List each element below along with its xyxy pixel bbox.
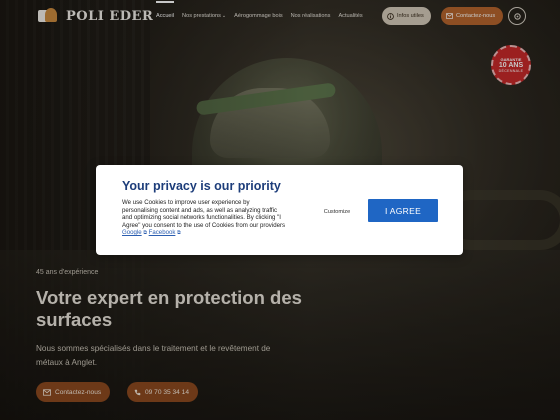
agree-button[interactable]: I AGREE — [368, 199, 438, 222]
customize-button[interactable]: Customize — [314, 205, 360, 219]
cookie-dialog-text: We use Cookies to improve user experienc… — [122, 199, 286, 237]
facebook-link[interactable]: Facebook — [149, 229, 176, 236]
google-link[interactable]: Google — [122, 229, 142, 236]
cookie-consent-dialog: Your privacy is our priority We use Cook… — [96, 165, 463, 255]
external-link-icon: ⧉ — [143, 230, 147, 237]
cookie-dialog-title: Your privacy is our priority — [122, 179, 281, 193]
external-link-icon: ⧉ — [177, 230, 181, 237]
